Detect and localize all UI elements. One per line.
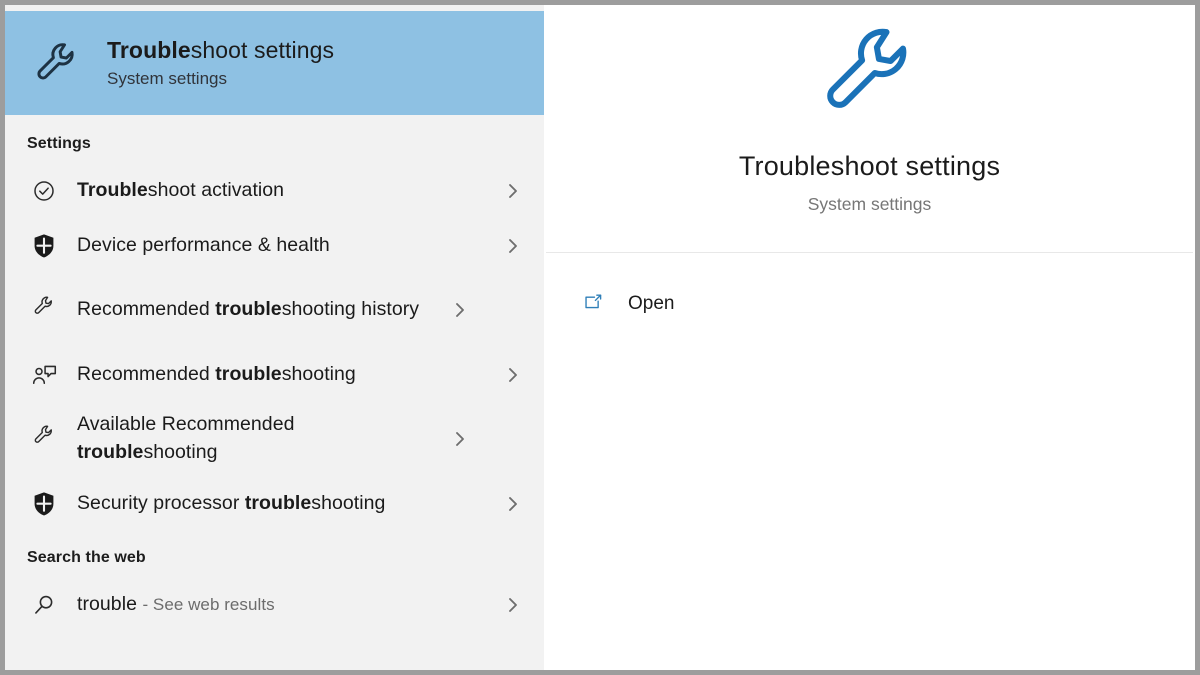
search-flyout: Troubleshoot settings System settings Se… — [5, 5, 1195, 670]
wrench-icon — [31, 37, 83, 89]
wrench-icon — [27, 289, 61, 323]
result-item-label: Recommended troubleshooting history — [77, 298, 420, 321]
person-feedback-icon — [27, 358, 61, 392]
wrench-icon — [27, 418, 61, 452]
chevron-right-icon[interactable] — [500, 181, 526, 201]
chevron-right-icon[interactable] — [500, 494, 526, 514]
open-button-label: Open — [628, 293, 675, 314]
window-frame: Troubleshoot settings System settings Se… — [0, 0, 1200, 675]
best-match-title: Troubleshoot settings — [107, 37, 335, 63]
section-header-settings: Settings — [27, 135, 91, 152]
check-circle-icon — [27, 174, 61, 208]
search-results-pane: Troubleshoot settings System settings Se… — [5, 5, 544, 670]
chevron-right-icon[interactable] — [447, 429, 473, 449]
result-item-label: Recommended troubleshooting — [77, 362, 356, 385]
result-item-label: Available Recommended troubleshooting — [77, 413, 295, 463]
chevron-right-icon[interactable] — [447, 300, 473, 320]
result-item-recommended-troubleshooting-history[interactable]: Recommended troubleshooting history — [5, 273, 544, 347]
shield-icon — [27, 487, 61, 521]
open-external-icon — [578, 289, 608, 319]
result-item-security-processor-troubleshooting[interactable]: Security processor troubleshooting — [5, 476, 544, 531]
best-match-text: Troubleshoot settings System settings — [107, 37, 334, 89]
search-icon — [27, 588, 61, 622]
section-header-search-the-web: Search the web — [27, 549, 146, 566]
result-item-web-search[interactable]: trouble - See web results — [5, 577, 544, 632]
open-button[interactable]: Open — [544, 283, 1195, 325]
preview-title: Troubleshoot settings — [738, 151, 1001, 181]
result-item-device-performance-health[interactable]: Device performance & health — [5, 218, 544, 273]
result-item-label: Device performance & health — [77, 233, 330, 256]
preview-subtitle: System settings — [807, 194, 932, 214]
wrench-icon — [815, 17, 925, 127]
result-item-label: trouble - See web results — [77, 592, 275, 615]
preview-actions: Open — [544, 253, 1195, 325]
chevron-right-icon[interactable] — [500, 236, 526, 256]
best-match-result[interactable]: Troubleshoot settings System settings — [5, 11, 544, 115]
result-item-available-recommended-troubleshooting[interactable]: Available Recommended troubleshooting — [5, 402, 544, 476]
result-item-label: Security processor troubleshooting — [77, 491, 386, 514]
preview-pane: Troubleshoot settings System settings Op… — [544, 5, 1195, 670]
shield-icon — [27, 229, 61, 263]
result-item-recommended-troubleshooting[interactable]: Recommended troubleshooting — [5, 347, 544, 402]
chevron-right-icon[interactable] — [500, 595, 526, 615]
chevron-right-icon[interactable] — [500, 365, 526, 385]
best-match-subtitle: System settings — [107, 69, 227, 88]
result-item-troubleshoot-activation[interactable]: Troubleshoot activation — [5, 163, 544, 218]
result-item-label: Troubleshoot activation — [77, 178, 285, 201]
preview-hero: Troubleshoot settings System settings — [544, 5, 1195, 252]
